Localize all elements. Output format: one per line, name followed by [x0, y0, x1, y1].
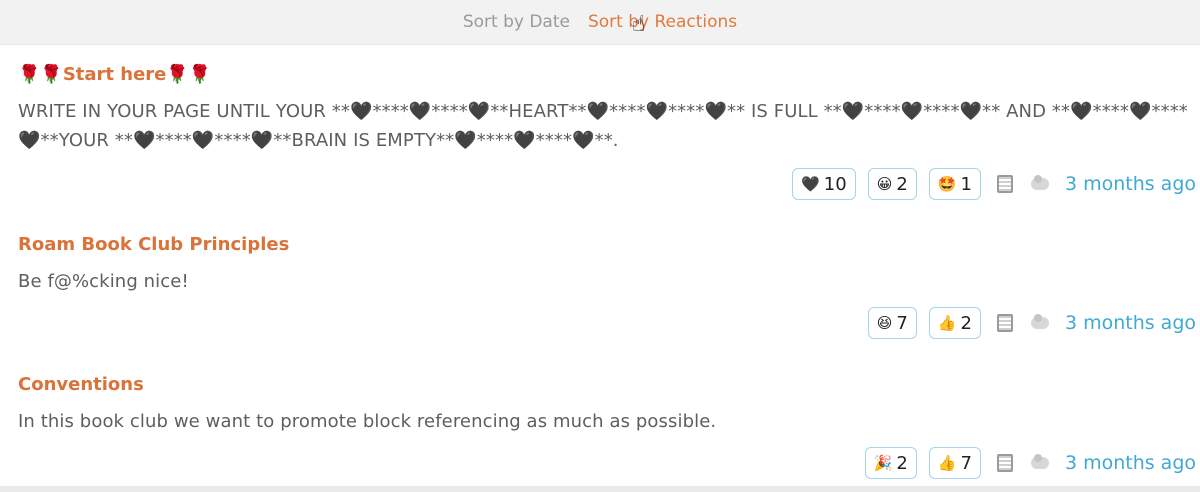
- laughing-face-icon: 😆: [876, 313, 893, 332]
- post-meta: 😆 7 👍 2 3 months ago: [867, 307, 1196, 339]
- calendar-icon[interactable]: [996, 454, 1013, 472]
- reaction-button[interactable]: 🎉 2: [864, 447, 917, 479]
- post-title[interactable]: Conventions: [18, 373, 1188, 397]
- cloud-icon[interactable]: [1030, 175, 1049, 190]
- post-body: WRITE IN YOUR PAGE UNTIL YOUR **🖤****🖤**…: [18, 101, 1188, 151]
- post-item: 🌹🌹Start here🌹🌹 WRITE IN YOUR PAGE UNTIL …: [18, 63, 1188, 155]
- calendar-icon[interactable]: [996, 175, 1013, 193]
- post-body: In this book club we want to promote blo…: [18, 411, 717, 432]
- timestamp-link[interactable]: 3 months ago: [1065, 173, 1196, 195]
- thumbs-up-icon: 👍: [937, 453, 957, 472]
- reaction-button[interactable]: 🖤 10: [792, 168, 856, 200]
- cloud-icon[interactable]: [1030, 454, 1049, 469]
- cloud-icon[interactable]: [1030, 314, 1049, 329]
- timestamp-link[interactable]: 3 months ago: [1065, 312, 1196, 334]
- post-body: Be f@%cking nice!: [18, 271, 189, 292]
- reaction-button[interactable]: 👍 7: [928, 447, 981, 479]
- sort-bar: Sort by Date Sort by Reactions: [0, 0, 1200, 45]
- reaction-count: 2: [896, 452, 908, 474]
- reaction-count: 2: [896, 173, 908, 195]
- post-title[interactable]: 🌹🌹Start here🌹🌹: [18, 63, 1188, 87]
- bottom-divider: [0, 486, 1200, 492]
- reaction-button[interactable]: 😀 2: [867, 168, 917, 200]
- calendar-icon[interactable]: [996, 314, 1013, 332]
- sort-by-reactions-button[interactable]: Sort by Reactions: [588, 12, 737, 32]
- reaction-button[interactable]: 👍 2: [928, 307, 981, 339]
- reaction-count: 2: [960, 312, 972, 334]
- party-popper-icon: 🎉: [873, 453, 893, 472]
- hand-pointer-cursor-icon: ☝: [632, 12, 646, 37]
- reaction-count: 1: [960, 173, 972, 195]
- star-struck-icon: 🤩: [937, 174, 957, 193]
- grinning-face-icon: 😀: [876, 174, 893, 193]
- reaction-count: 7: [896, 312, 908, 334]
- post-meta: 🖤 10 😀 2 🤩 1 3 months ago: [792, 168, 1196, 200]
- thumbs-up-icon: 👍: [937, 313, 957, 332]
- post-title[interactable]: Roam Book Club Principles: [18, 233, 1188, 257]
- reaction-button[interactable]: 😆 7: [867, 307, 917, 339]
- reaction-count: 10: [823, 173, 847, 195]
- post-item: Roam Book Club Principles Be f@%cking ni…: [18, 233, 1188, 296]
- reaction-count: 7: [960, 452, 972, 474]
- reaction-button[interactable]: 🤩 1: [928, 168, 981, 200]
- post-item: Conventions In this book club we want to…: [18, 373, 1188, 436]
- timestamp-link[interactable]: 3 months ago: [1065, 452, 1196, 474]
- post-meta: 🎉 2 👍 7 3 months ago: [864, 447, 1196, 479]
- sort-by-date-button[interactable]: Sort by Date: [463, 12, 570, 32]
- post-list: 🌹🌹Start here🌹🌹 WRITE IN YOUR PAGE UNTIL …: [0, 45, 1200, 492]
- black-heart-icon: 🖤: [801, 174, 820, 193]
